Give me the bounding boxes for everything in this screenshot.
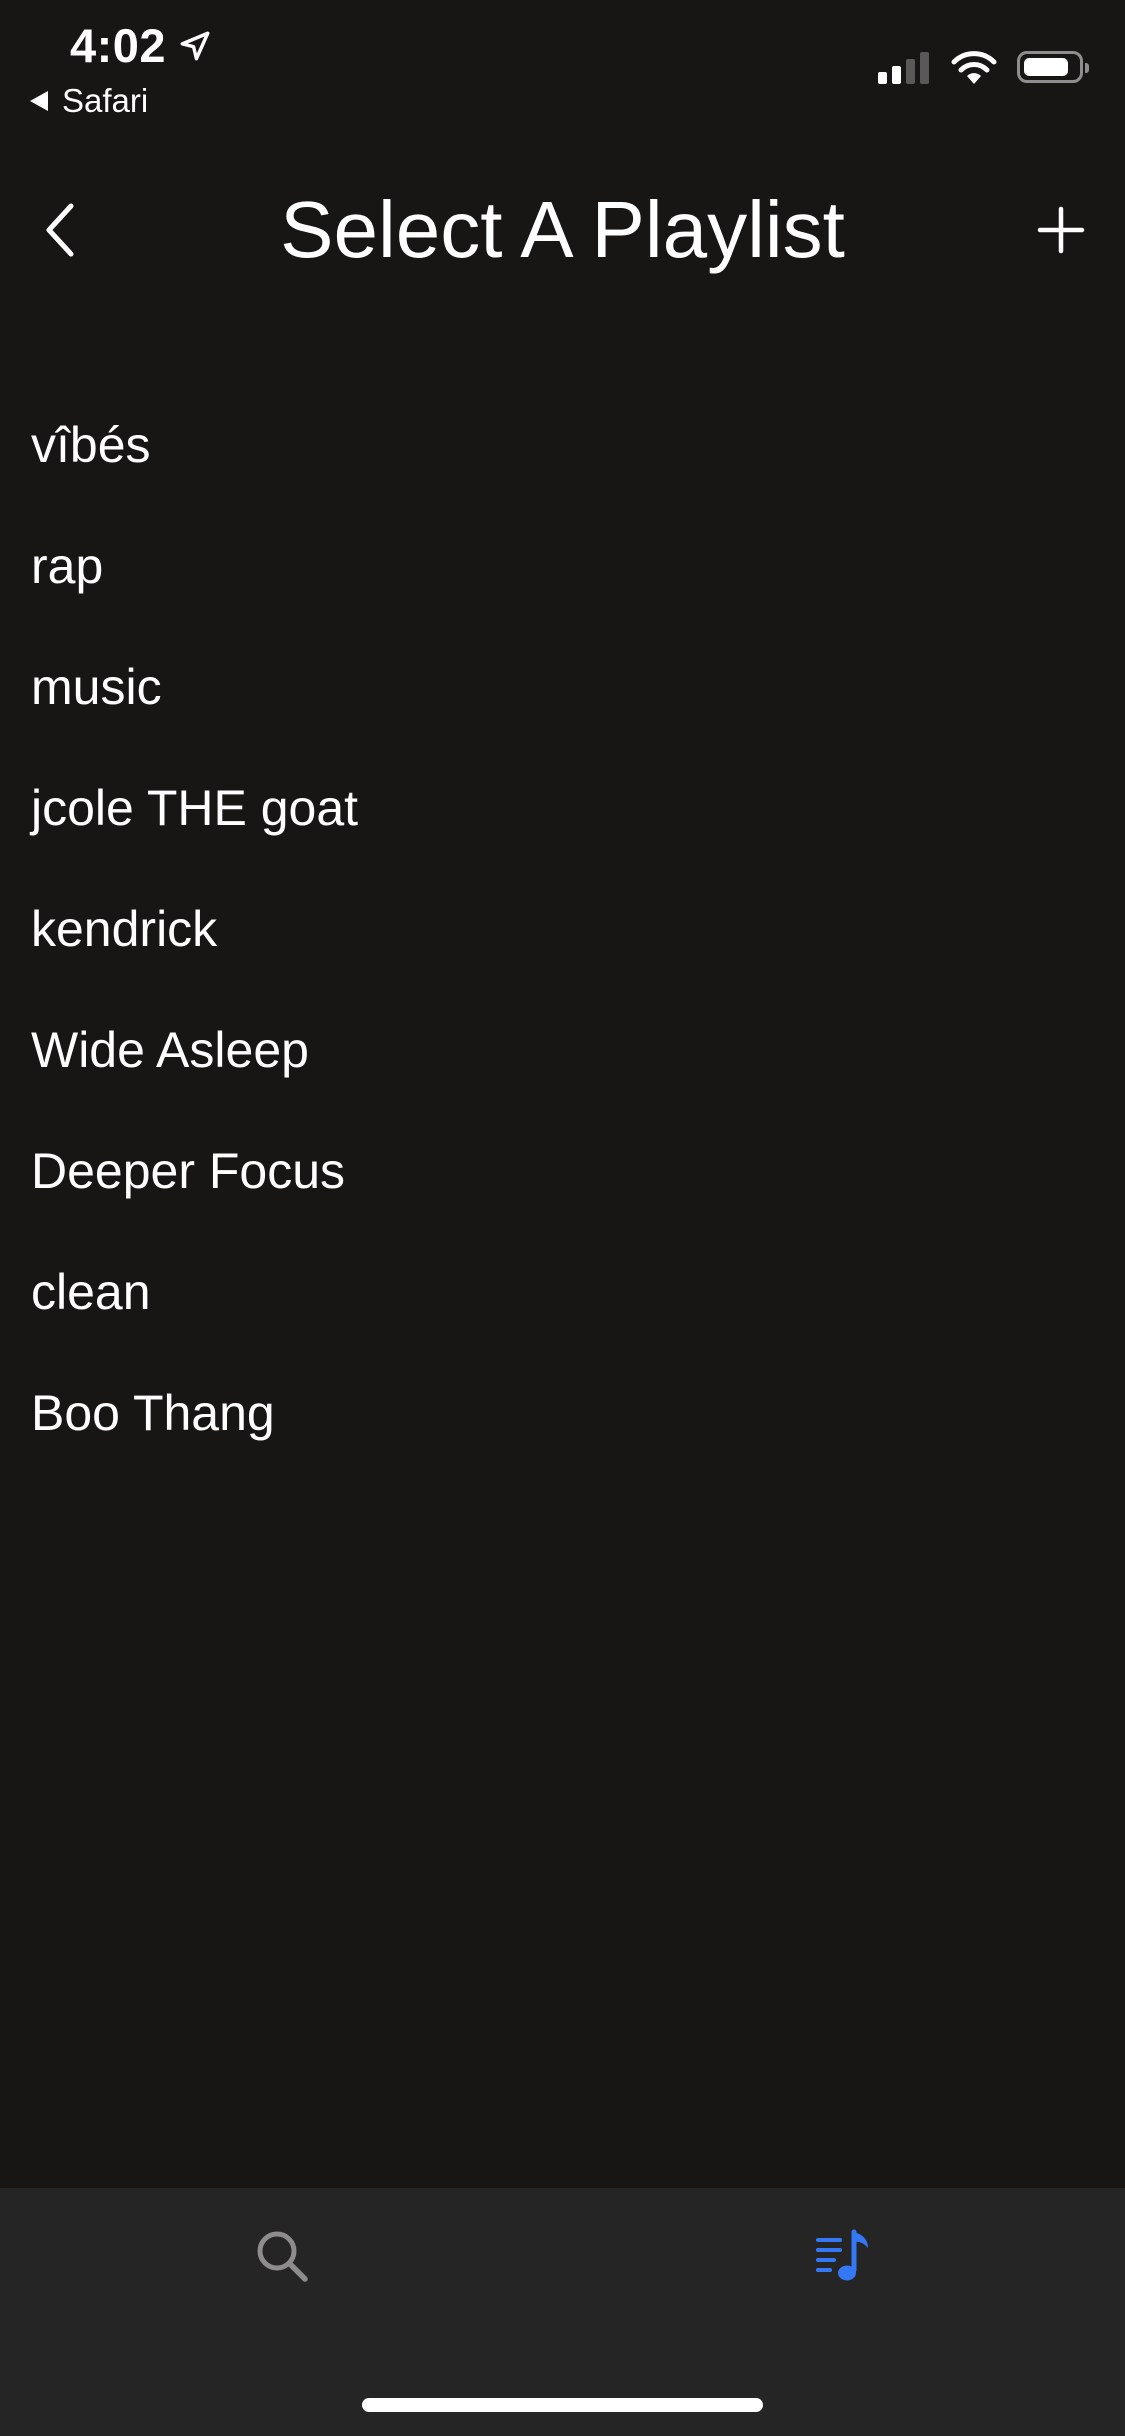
playlist-item[interactable]: vîbés (0, 384, 1125, 505)
playlist-label: kendrick (31, 900, 218, 957)
playlist-item[interactable]: clean (0, 1231, 1125, 1352)
battery-fill (1024, 58, 1068, 76)
playlist-label: music (31, 658, 162, 715)
playlist-item[interactable]: jcole THE goat (0, 747, 1125, 868)
plus-icon (1037, 206, 1085, 254)
back-to-app-link[interactable]: Safari (30, 82, 148, 120)
signal-bar (906, 59, 915, 84)
page-title: Select A Playlist (280, 185, 845, 274)
playlist-list: vîbés rap music jcole THE goat kendrick … (0, 384, 1125, 1473)
battery-icon (1017, 51, 1089, 83)
status-bar: 4:02 Safari (0, 0, 1125, 130)
playlist-item[interactable]: kendrick (0, 868, 1125, 989)
location-arrow-icon (180, 31, 210, 60)
wifi-icon (951, 51, 997, 84)
playlist-label: clean (31, 1263, 151, 1320)
search-icon (257, 2231, 308, 2282)
signal-bar (878, 72, 887, 84)
status-time: 4:02 (70, 19, 167, 72)
tab-search[interactable] (242, 2216, 322, 2296)
playlist-label: vîbés (31, 416, 151, 473)
cellular-signal-icon (873, 50, 929, 84)
playlist-item[interactable]: Deeper Focus (0, 1110, 1125, 1231)
navigation-header: Select A Playlist (0, 160, 1125, 300)
playlist-picker-screen: 4:02 Safari Select A Playlist vîbés rap … (0, 0, 1125, 2436)
battery-nub (1085, 63, 1089, 73)
add-playlist-button[interactable] (1025, 194, 1097, 266)
playlist-label: Wide Asleep (31, 1021, 309, 1078)
back-button[interactable] (34, 194, 84, 266)
back-app-label: Safari (62, 82, 149, 119)
time-group: 4:02 (70, 18, 212, 73)
status-indicators (873, 48, 1089, 86)
back-triangle-icon (30, 91, 48, 111)
playlist-item[interactable]: Wide Asleep (0, 989, 1125, 1110)
signal-bar (920, 52, 929, 84)
playlist-label: Deeper Focus (31, 1142, 346, 1199)
chevron-left-icon (46, 203, 74, 257)
playlist-label: Boo Thang (31, 1384, 275, 1441)
playlist-label: jcole THE goat (31, 779, 359, 836)
tab-playlists[interactable] (803, 2216, 883, 2296)
playlist-music-icon (816, 2229, 868, 2281)
signal-bar (892, 66, 901, 84)
home-indicator[interactable] (362, 2398, 763, 2412)
playlist-item[interactable]: Boo Thang (0, 1352, 1125, 1473)
playlist-label: rap (31, 537, 104, 594)
playlist-item[interactable]: music (0, 626, 1125, 747)
playlist-item[interactable]: rap (0, 505, 1125, 626)
